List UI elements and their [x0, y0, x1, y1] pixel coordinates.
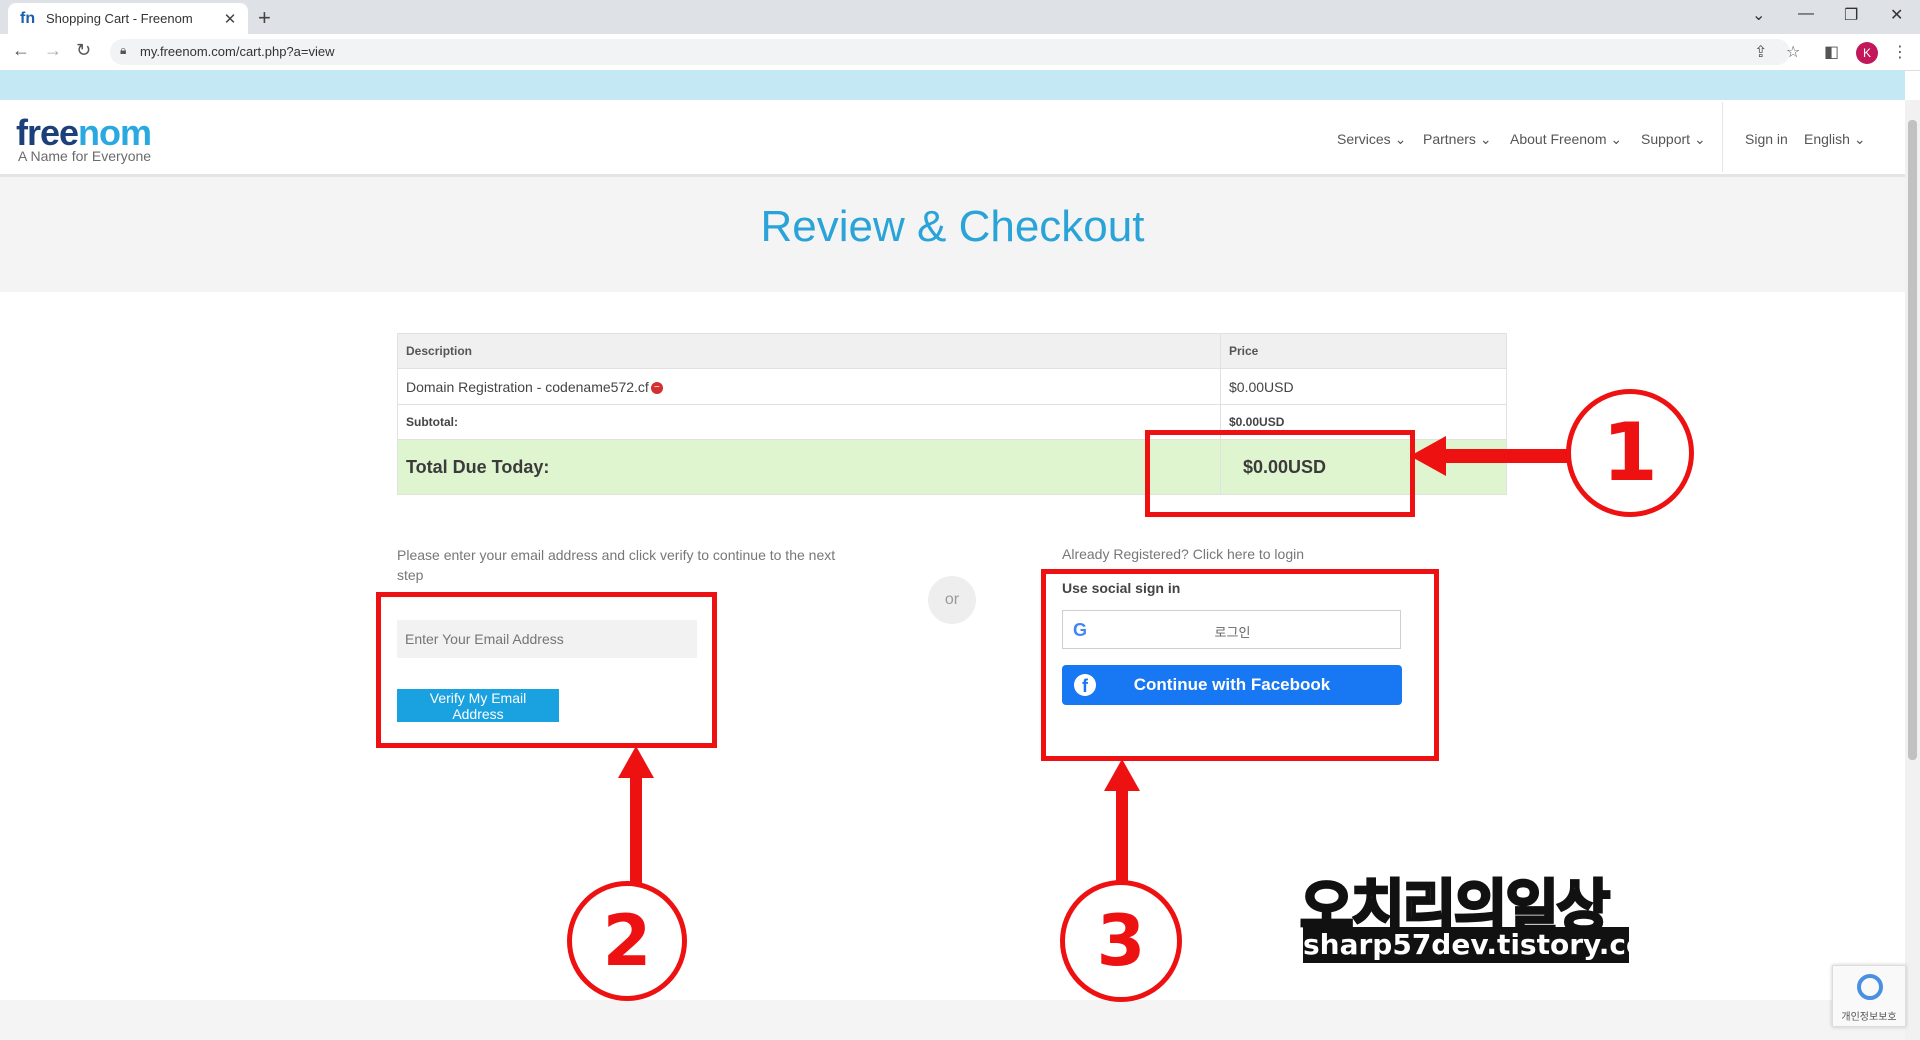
item-description: Domain Registration - codename572.cf	[406, 378, 649, 395]
annotation-box-2	[376, 592, 717, 748]
sign-in-link[interactable]: Sign in	[1745, 131, 1788, 147]
annotation-number-2: 2	[567, 881, 687, 1001]
annotation-number-1: 1	[1566, 389, 1694, 517]
browser-tab-strip	[0, 0, 1920, 34]
nav-services[interactable]: Services ⌄	[1337, 131, 1406, 148]
page-title: Review & Checkout	[760, 202, 1145, 251]
annotation-number-3: 3	[1060, 880, 1182, 1002]
reload-icon[interactable]: ↻	[76, 40, 91, 61]
remove-item-icon[interactable]: −	[650, 381, 663, 394]
bookmark-star-icon[interactable]: ☆	[1786, 42, 1800, 62]
nav-services-label: Services	[1337, 131, 1391, 147]
minimize-icon[interactable]: —	[1798, 5, 1814, 23]
scrollbar-thumb[interactable]	[1908, 120, 1917, 760]
nav-about-freenom[interactable]: About Freenom ⌄	[1510, 131, 1622, 148]
nav-support-label: Support	[1641, 131, 1691, 147]
chevron-down-icon: ⌄	[1853, 131, 1866, 147]
recaptcha-icon	[1857, 974, 1883, 1000]
item-price: $0.00USD	[1220, 368, 1507, 405]
url-text[interactable]: my.freenom.com/cart.php?a=view	[140, 44, 334, 59]
recaptcha-label: 개인정보보호	[1841, 1012, 1897, 1023]
chevron-down-icon: ⌄	[1479, 131, 1492, 147]
restore-icon[interactable]: ❐	[1844, 5, 1858, 25]
item-description-cell: Domain Registration - codename572.cf −	[397, 368, 1221, 405]
email-prompt: Please enter your email address and clic…	[397, 547, 836, 583]
recaptcha-badge[interactable]: 개인정보보호	[1832, 965, 1906, 1027]
annotation-arrow-1	[1410, 436, 1570, 476]
logo-tagline: A Name for Everyone	[18, 148, 152, 164]
column-header-description: Description	[397, 333, 1221, 369]
back-icon[interactable]: ←	[12, 40, 30, 61]
tab-title: Shopping Cart - Freenom	[46, 11, 193, 26]
nav-about-label: About Freenom	[1510, 131, 1607, 147]
watermark-site: sharp57dev.tistory.com	[1303, 927, 1675, 963]
table-row: Domain Registration - codename572.cf − $0…	[397, 368, 1507, 405]
nav-divider	[1722, 102, 1723, 172]
subtotal-label: Subtotal:	[397, 404, 1221, 440]
lock-icon[interactable]: 🔒︎	[120, 43, 126, 58]
annotation-box-1	[1145, 430, 1415, 517]
close-tab-icon[interactable]: ✕	[220, 10, 240, 28]
logo-part-nom: nom	[78, 112, 152, 153]
side-panel-icon[interactable]: ◧	[1824, 42, 1839, 62]
nav-partners[interactable]: Partners ⌄	[1423, 131, 1492, 148]
browser-tab[interactable]: fn Shopping Cart - Freenom ✕	[8, 3, 248, 34]
tab-search-icon[interactable]: ⌄	[1752, 5, 1765, 25]
nav-partners-label: Partners	[1423, 131, 1476, 147]
freenom-favicon-icon: fn	[20, 9, 36, 27]
language-label: English	[1804, 131, 1850, 147]
browser-menu-icon[interactable]: ⋮	[1892, 42, 1908, 62]
annotation-arrow-2	[618, 746, 654, 886]
chevron-down-icon: ⌄	[1394, 131, 1407, 147]
share-icon[interactable]: ⇪	[1754, 42, 1767, 62]
notice-banner	[0, 70, 1905, 100]
forward-icon[interactable]: →	[44, 40, 62, 61]
page-footer	[0, 1000, 1905, 1040]
logo-part-free: free	[16, 112, 79, 153]
or-divider: or	[928, 576, 976, 624]
profile-avatar[interactable]: K	[1856, 42, 1878, 64]
annotation-arrow-3	[1104, 759, 1140, 883]
language-selector[interactable]: English ⌄	[1804, 131, 1866, 148]
chevron-down-icon: ⌄	[1693, 131, 1706, 147]
close-window-icon[interactable]: ✕	[1890, 5, 1903, 25]
column-header-price: Price	[1220, 333, 1507, 369]
chevron-down-icon: ⌄	[1610, 131, 1623, 147]
omnibox[interactable]	[110, 39, 1790, 65]
annotation-box-3	[1041, 569, 1439, 761]
login-link[interactable]: Already Registered? Click here to login	[1062, 546, 1304, 562]
new-tab-icon[interactable]: +	[258, 5, 271, 31]
nav-support[interactable]: Support ⌄	[1641, 131, 1706, 148]
total-label: Total Due Today:	[397, 439, 1221, 495]
